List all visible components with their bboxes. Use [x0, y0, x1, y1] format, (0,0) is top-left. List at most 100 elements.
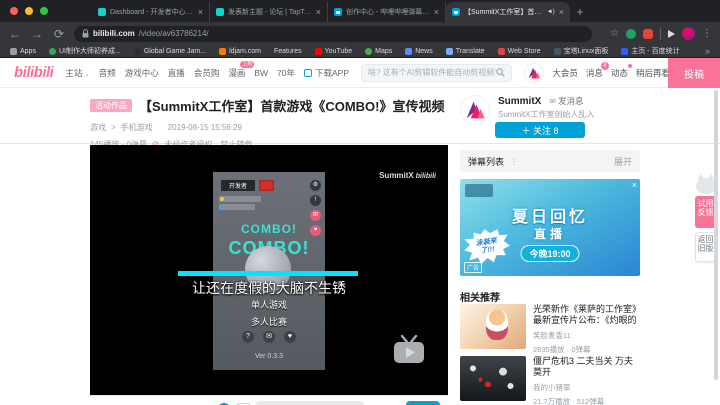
bookmark-news[interactable]: News [405, 47, 433, 55]
menu-watch-later[interactable]: 稍后再看 [636, 67, 670, 79]
subcategory-link[interactable]: 手机游戏 [121, 122, 153, 133]
related-video-title[interactable]: 光荣新作《莱萨的工作室》最新宣传片公布：《灼眼的 [533, 304, 640, 326]
tab-taptap-dashboard[interactable]: Dashboard - 开发者中心 | Tap × [92, 2, 210, 22]
uploader-avatar[interactable] [460, 95, 490, 125]
tab-taptap-forum[interactable]: 发表新主题 - 论坛 | TapTap 发 × [210, 2, 328, 22]
related-thumbnail[interactable] [460, 304, 526, 349]
window-controls [10, 7, 48, 15]
feedback-button[interactable]: 试用反馈 [695, 196, 716, 228]
game-share-button: ✉ [263, 331, 275, 343]
bookmark-features[interactable]: Features [274, 48, 302, 55]
sidebar: SummitX ✉ 发消息 SummitX工作室创始人乱入 ＋ 关注 8 弹幕列表… [460, 88, 712, 405]
bookmark-baidu-tongji[interactable]: 主页 - 百度统计 [621, 46, 680, 56]
lock-icon [82, 29, 89, 38]
nav-bw[interactable]: BW [254, 68, 268, 78]
nav-game-center[interactable]: 游戏中心 [125, 67, 159, 79]
bookmark-ggj[interactable]: Global Game Jam... [133, 47, 206, 55]
url-host: bilibili.com [93, 29, 135, 38]
related-thumbnail[interactable] [460, 356, 526, 401]
tab-close-icon[interactable]: × [559, 7, 564, 17]
bookmark-translate[interactable]: Translate [445, 47, 485, 55]
back-to-old-version-button[interactable]: 返回旧版 [695, 232, 716, 262]
browser-profile-avatar[interactable] [682, 27, 695, 40]
tab-title: Dashboard - 开发者中心 | Tap [110, 9, 194, 16]
game-settings-icon: ⚙ [310, 180, 321, 191]
tab-bili-creator-center[interactable]: 创作中心 - 哔哩哔哩弹幕视频网 × [328, 2, 446, 22]
follow-button[interactable]: ＋ 关注 8 [495, 122, 585, 138]
ad-close-icon[interactable]: × [632, 180, 637, 190]
game-stat-bar [219, 204, 255, 210]
danmaku-cyan-bar [178, 271, 358, 276]
bookmark-favicon [48, 47, 56, 55]
bookmark-youtube[interactable]: YouTube [314, 47, 352, 55]
bookmark-ldjam[interactable]: ldjam.com [219, 47, 261, 55]
danmaku-list-expand[interactable]: 展开 [614, 155, 632, 168]
publish-time: 2019-08-15 15:56:29 [167, 123, 242, 132]
game-menu-multiplayer: 多人比赛 [250, 317, 287, 327]
related-uploader[interactable]: 我的小猪翠 [533, 382, 640, 393]
ad-tag: 广告 [464, 262, 483, 273]
bookmark-star-icon[interactable]: ☆ [610, 28, 619, 39]
bilibili-header: bilibili 主站 ⌄ 音频 游戏中心 直播 会员购 漫画 上新 BW 70年… [0, 58, 720, 88]
danmaku-send-button[interactable]: 发送 [406, 401, 440, 405]
menu-vip[interactable]: 大会员 [552, 67, 578, 79]
tab-title: 创作中心 - 哔哩哔哩弹幕视频网 [346, 9, 430, 16]
extension-icon-green[interactable] [626, 28, 636, 39]
nav-vip-shop[interactable]: 会员购 [194, 67, 220, 79]
bilibili-logo[interactable]: bilibili [14, 64, 54, 81]
tab-close-icon[interactable]: × [434, 7, 439, 17]
activity-badge[interactable]: 活动作品 [90, 99, 132, 112]
webstore-icon [497, 47, 505, 55]
nav-audio[interactable]: 音频 [99, 67, 116, 79]
bookmark-webstore[interactable]: Web Store [497, 47, 541, 55]
summitx-avatar-graphic [529, 67, 541, 78]
browser-menu-icon[interactable]: ⋮ [702, 28, 712, 39]
maximize-window-button[interactable] [40, 7, 48, 15]
bookmarks-overflow-icon[interactable]: » [705, 46, 710, 56]
live-ad-banner[interactable]: × 夏日回忆 直播 泳装来了!!! 今晚19:00 广告 [460, 179, 640, 276]
new-tab-button[interactable]: + [570, 2, 590, 22]
tab-close-icon[interactable]: × [198, 7, 203, 17]
minimize-window-button[interactable] [25, 7, 33, 15]
download-app-link[interactable]: 下载APP [304, 67, 349, 79]
reload-icon[interactable]: ⟳ [52, 27, 66, 41]
game-like-button: ♥ [284, 331, 296, 343]
game-stat-bar [219, 196, 261, 202]
back-icon[interactable]: ← [8, 27, 22, 41]
danmaku-list-menu-icon[interactable]: ⋮ [510, 157, 518, 166]
search-icon[interactable] [496, 68, 506, 77]
close-window-button[interactable] [10, 7, 18, 15]
menu-messages[interactable]: 消息 4 [586, 61, 609, 79]
related-meta: 2835播放 · 0弹幕 [533, 345, 591, 354]
danmaku-input[interactable] [256, 401, 364, 405]
bookmark-apps[interactable]: Apps [10, 47, 36, 55]
bookmark-ui-course[interactable]: UI制作大师初养成... [48, 46, 121, 56]
user-avatar[interactable] [524, 62, 545, 83]
address-bar[interactable]: bilibili.com/video/av63786214/ [74, 25, 592, 42]
search-input[interactable] [368, 68, 497, 77]
tab-close-icon[interactable]: × [316, 7, 321, 17]
uploader-description: SummitX工作室创始人乱入 [498, 110, 595, 119]
nav-70years[interactable]: 70年 [277, 67, 295, 79]
send-message-button[interactable]: ✉ 发消息 [549, 95, 583, 107]
related-uploader[interactable]: 笑脸麦香11 [533, 330, 640, 341]
tab-bili-video-active[interactable]: 【SummitX工作室】首款游 ◄) × [446, 2, 570, 22]
uploader-name[interactable]: SummitX [498, 96, 541, 107]
media-extension-icon[interactable] [668, 29, 675, 38]
page-scrollbar[interactable] [714, 90, 718, 380]
audio-playing-icon[interactable]: ◄) [547, 9, 555, 15]
video-player[interactable]: SummitXbilibili 开发者 ⚙ ! ⊞ ♥ COMBO! COMBO… [90, 145, 448, 395]
extension-icon-red[interactable] [643, 28, 653, 39]
nav-manga[interactable]: 漫画 上新 [228, 60, 255, 79]
related-video-item[interactable]: 光荣新作《莱萨的工作室》最新宣传片公布：《灼眼的 笑脸麦香11 2835播放 ·… [460, 304, 640, 354]
related-video-title[interactable]: 僵尸危机3 二夫当关 万夫莫开 [533, 356, 640, 378]
related-video-item[interactable]: 僵尸危机3 二夫当关 万夫莫开 我的小猪翠 21.7万播放 · 512弹幕 [460, 356, 640, 405]
category-link[interactable]: 游戏 [90, 122, 106, 133]
nav-main-site[interactable]: 主站 ⌄ [65, 67, 89, 79]
menu-feed[interactable]: 动态 [611, 63, 632, 79]
bookmark-maps[interactable]: Maps [365, 47, 392, 55]
upload-button[interactable]: 投稿 [668, 58, 720, 88]
forward-icon[interactable]: → [30, 27, 44, 41]
bookmark-bt-panel[interactable]: 宝塔Linux面板 [553, 46, 608, 56]
nav-live[interactable]: 直播 [168, 67, 185, 79]
